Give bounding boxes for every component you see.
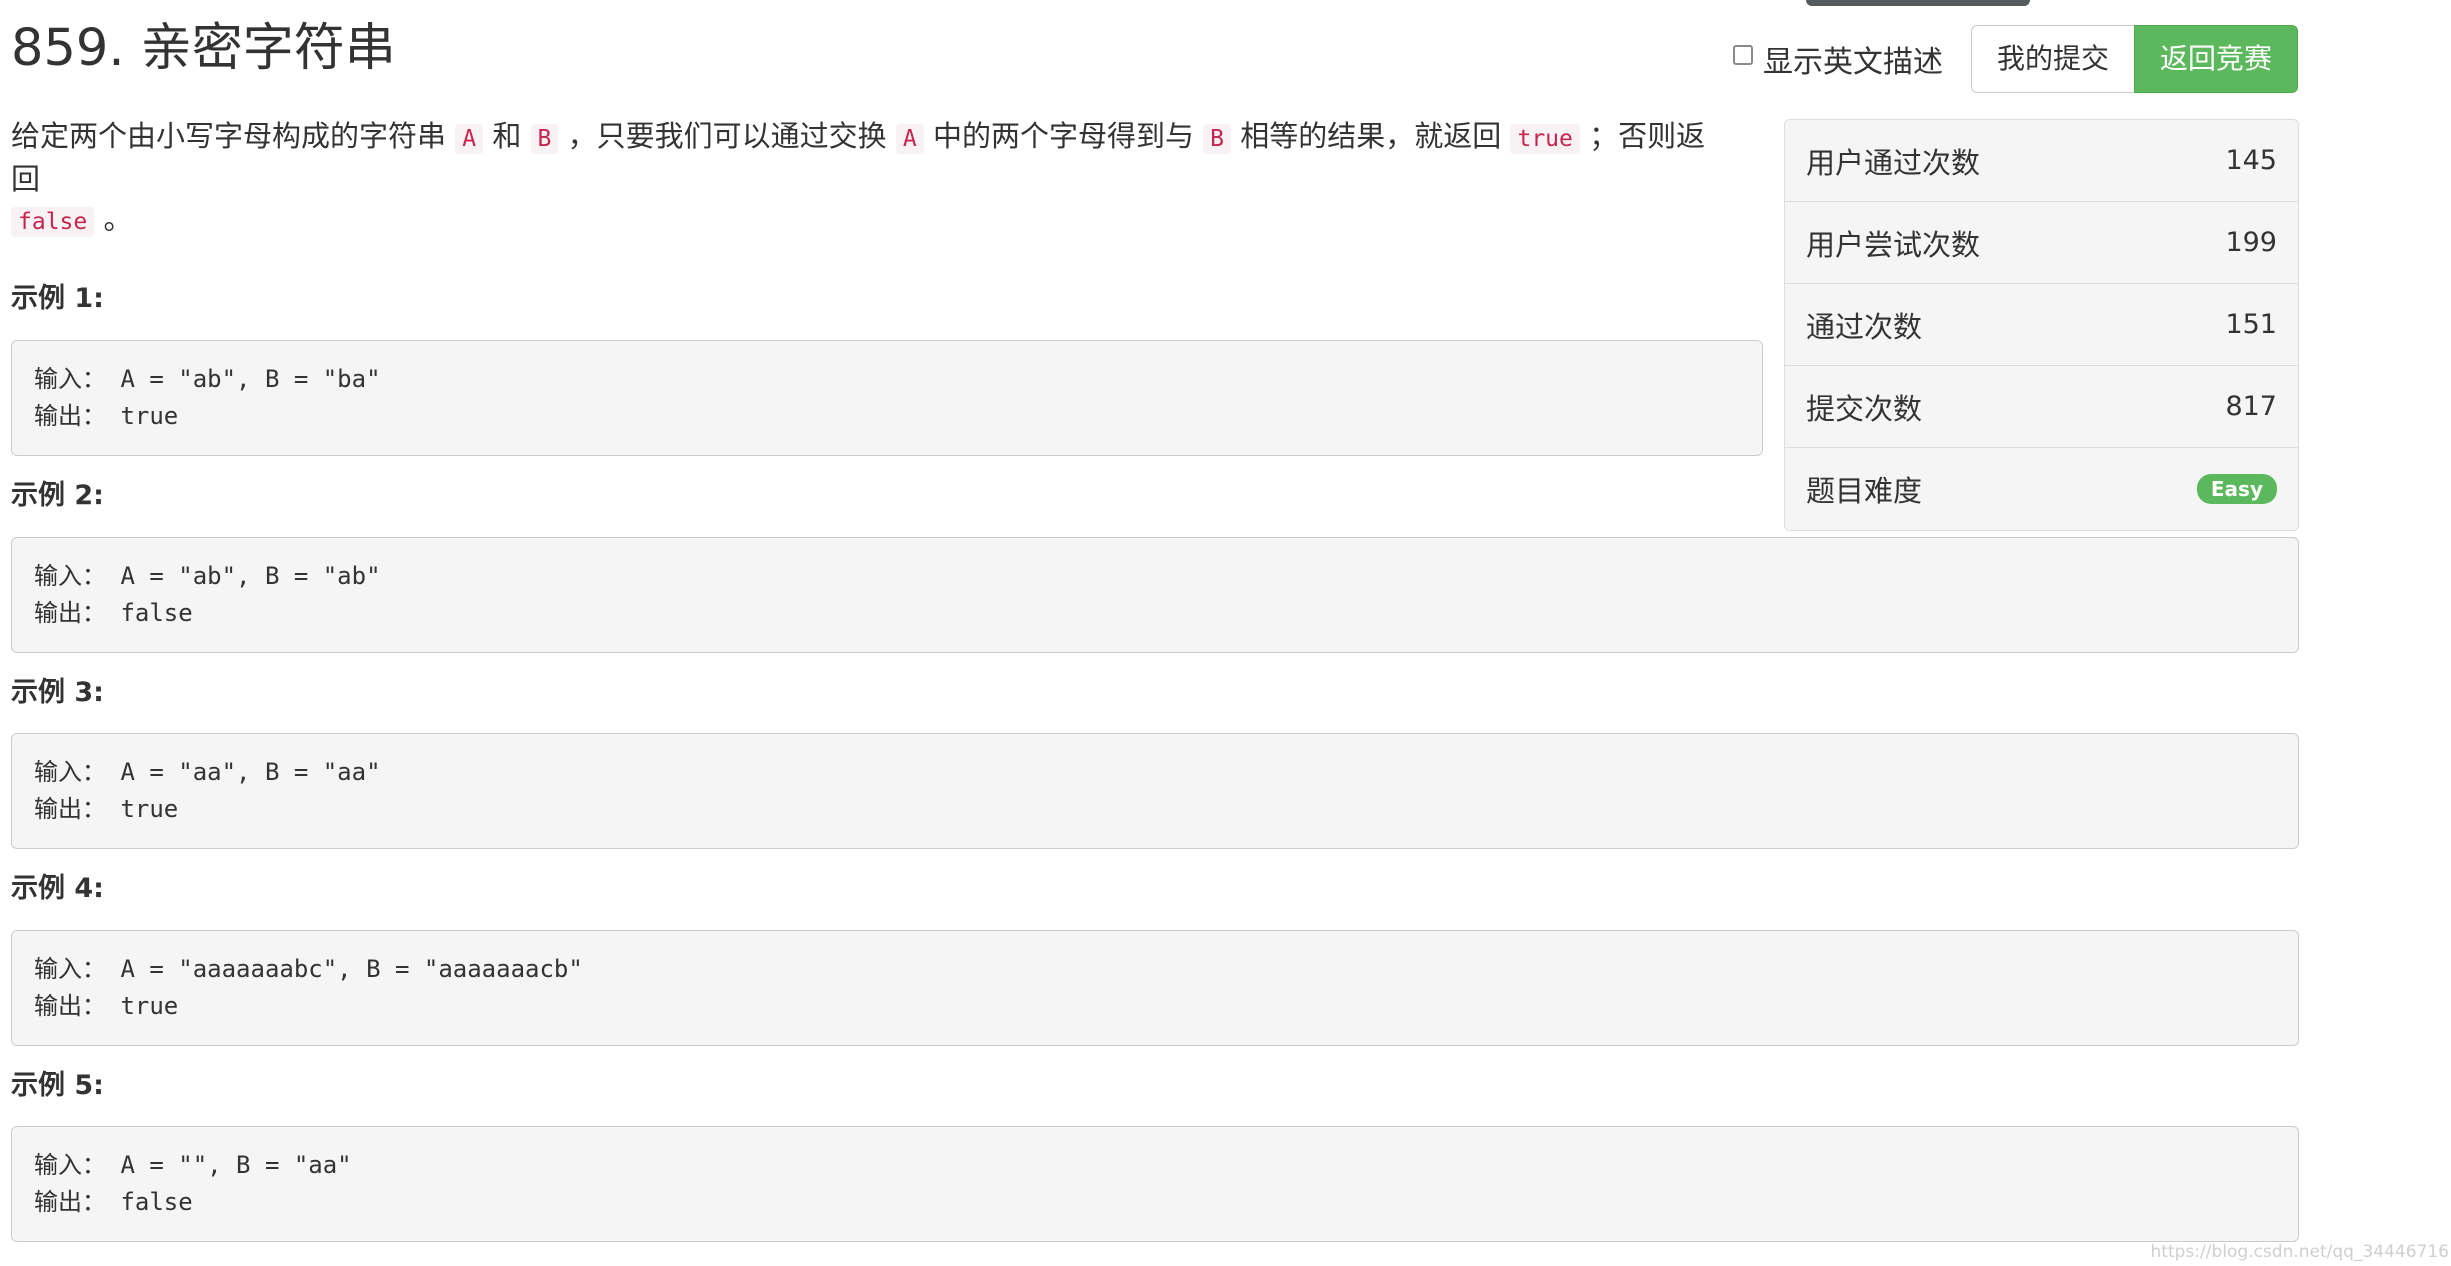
example-input: 输入： A = "ab", B = "ba": [34, 365, 381, 393]
inline-code: false: [11, 207, 95, 237]
example-output: 输出： false: [34, 599, 193, 627]
inline-code: A: [455, 124, 484, 154]
description-text: ，只要我们可以通过交换: [567, 119, 887, 153]
stats-panel: 用户通过次数 145 用户尝试次数 199 通过次数 151 提交次数 817 …: [1784, 119, 2299, 531]
stat-value: 151: [2225, 309, 2277, 340]
example-heading: 示例 2:: [11, 480, 104, 511]
example-output: 输出： true: [34, 795, 179, 823]
toolbar: 显示英文描述 我的提交 返回竞赛: [1732, 25, 2298, 93]
problem-page: 859. 亲密字符串 显示英文描述 我的提交 返回竞赛 用户通过次数 145 用…: [0, 0, 2451, 1266]
page-title: 859. 亲密字符串: [11, 19, 396, 78]
example-heading: 示例 5:: [11, 1070, 104, 1101]
stat-users-passed: 用户通过次数 145: [1785, 120, 2298, 202]
inline-code: B: [530, 124, 559, 154]
stat-value: 145: [2225, 145, 2277, 176]
stat-difficulty: 题目难度 Easy: [1785, 448, 2298, 530]
example-heading: 示例 4:: [11, 873, 104, 904]
description-text: 和: [492, 119, 522, 153]
description-text: 给定两个由小写字母构成的字符串: [11, 119, 447, 153]
example-output: 输出： true: [34, 402, 179, 430]
stat-users-tried: 用户尝试次数 199: [1785, 202, 2298, 284]
stat-submissions: 提交次数 817: [1785, 366, 2298, 448]
stat-value: 817: [2225, 391, 2277, 422]
example-box: 输入： A = "aaaaaaabc", B = "aaaaaaacb" 输出：…: [11, 930, 2299, 1046]
watermark: https://blog.csdn.net/qq_34446716: [2150, 1242, 2449, 1262]
stat-label: 通过次数: [1806, 309, 1923, 344]
description-text: 中的两个字母得到与: [932, 119, 1194, 153]
description-text: 。: [103, 202, 133, 236]
stat-label: 用户通过次数: [1806, 145, 1981, 180]
action-button-group: 我的提交 返回竞赛: [1970, 25, 2298, 93]
example-input: 输入： A = "ab", B = "ab": [34, 562, 381, 590]
stat-label: 用户尝试次数: [1806, 227, 1981, 262]
example-box: 输入： A = "ab", B = "ab" 输出： false: [11, 537, 2299, 653]
description-text: 相等的结果，就返回: [1240, 119, 1502, 153]
example-heading: 示例 1:: [11, 283, 104, 314]
show-english-toggle[interactable]: 显示英文描述: [1732, 37, 1943, 81]
example-box: 输入： A = "aa", B = "aa" 输出： true: [11, 733, 2299, 849]
example-input: 输入： A = "aa", B = "aa": [34, 758, 381, 786]
example-output: 输出： true: [34, 992, 179, 1020]
show-english-label: 显示英文描述: [1762, 45, 1943, 80]
inline-code: A: [895, 124, 924, 154]
example-box: 输入： A = "", B = "aa" 输出： false: [11, 1126, 2299, 1242]
example-input: 输入： A = "aaaaaaabc", B = "aaaaaaacb": [34, 955, 583, 983]
stat-label: 提交次数: [1806, 391, 1923, 426]
example-box: 输入： A = "ab", B = "ba" 输出： true: [11, 340, 1763, 456]
top-dark-tab: [1806, 0, 2030, 6]
difficulty-badge: Easy: [2196, 474, 2277, 504]
stat-passed: 通过次数 151: [1785, 284, 2298, 366]
stat-label: 题目难度: [1806, 474, 1923, 508]
my-submissions-button[interactable]: 我的提交: [1970, 25, 2135, 93]
example-input: 输入： A = "", B = "aa": [34, 1151, 352, 1179]
show-english-checkbox[interactable]: [1732, 45, 1753, 65]
stat-value: 199: [2225, 227, 2277, 258]
inline-code: B: [1203, 124, 1232, 154]
problem-description: 给定两个由小写字母构成的字符串 A 和 B ，只要我们可以通过交换 A 中的两个…: [11, 116, 1711, 242]
back-to-contest-button[interactable]: 返回竞赛: [2133, 25, 2298, 93]
example-heading: 示例 3:: [11, 677, 104, 708]
inline-code: true: [1510, 124, 1580, 154]
example-output: 输出： false: [34, 1188, 193, 1216]
